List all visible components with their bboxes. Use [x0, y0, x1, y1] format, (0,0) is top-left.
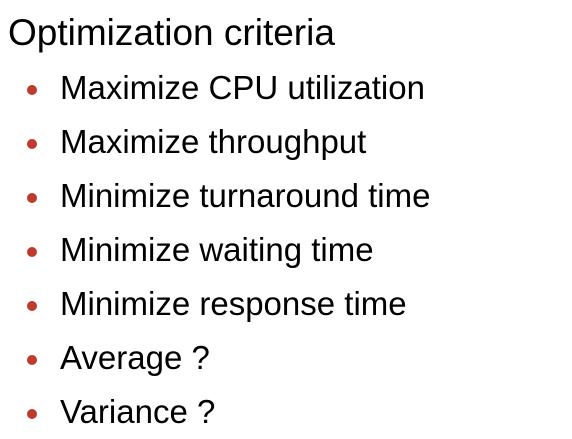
bullet-dot-icon: [27, 301, 37, 311]
bullet-dot-icon: [27, 139, 37, 149]
bullet-dot-icon: [27, 85, 37, 95]
bullet-item: Maximize CPU utilization: [0, 61, 430, 115]
slide-title: Optimization criteria: [8, 12, 335, 53]
bullet-item: Minimize response time: [0, 277, 430, 331]
bullet-item: Maximize throughput: [0, 115, 430, 169]
bullet-text: Minimize response time: [60, 285, 407, 322]
bullet-text: Average ?: [60, 339, 210, 376]
bullet-text: Variance ?: [60, 393, 216, 430]
slide: Optimization criteria Maximize CPU utili…: [0, 0, 572, 436]
bullet-text: Maximize throughput: [60, 123, 367, 160]
bullet-item: Variance ?: [0, 385, 430, 439]
bullet-text: Maximize CPU utilization: [60, 69, 425, 106]
bullet-text: Minimize waiting time: [60, 231, 374, 268]
bullet-dot-icon: [27, 193, 37, 203]
bullet-item: Minimize waiting time: [0, 223, 430, 277]
bullet-dot-icon: [27, 409, 37, 419]
bullet-list: Maximize CPU utilization Maximize throug…: [0, 61, 430, 439]
bullet-dot-icon: [27, 247, 37, 257]
bullet-item: Minimize turnaround time: [0, 169, 430, 223]
bullet-text: Minimize turnaround time: [60, 177, 431, 214]
bullet-dot-icon: [27, 355, 37, 365]
bullet-item: Average ?: [0, 331, 430, 385]
